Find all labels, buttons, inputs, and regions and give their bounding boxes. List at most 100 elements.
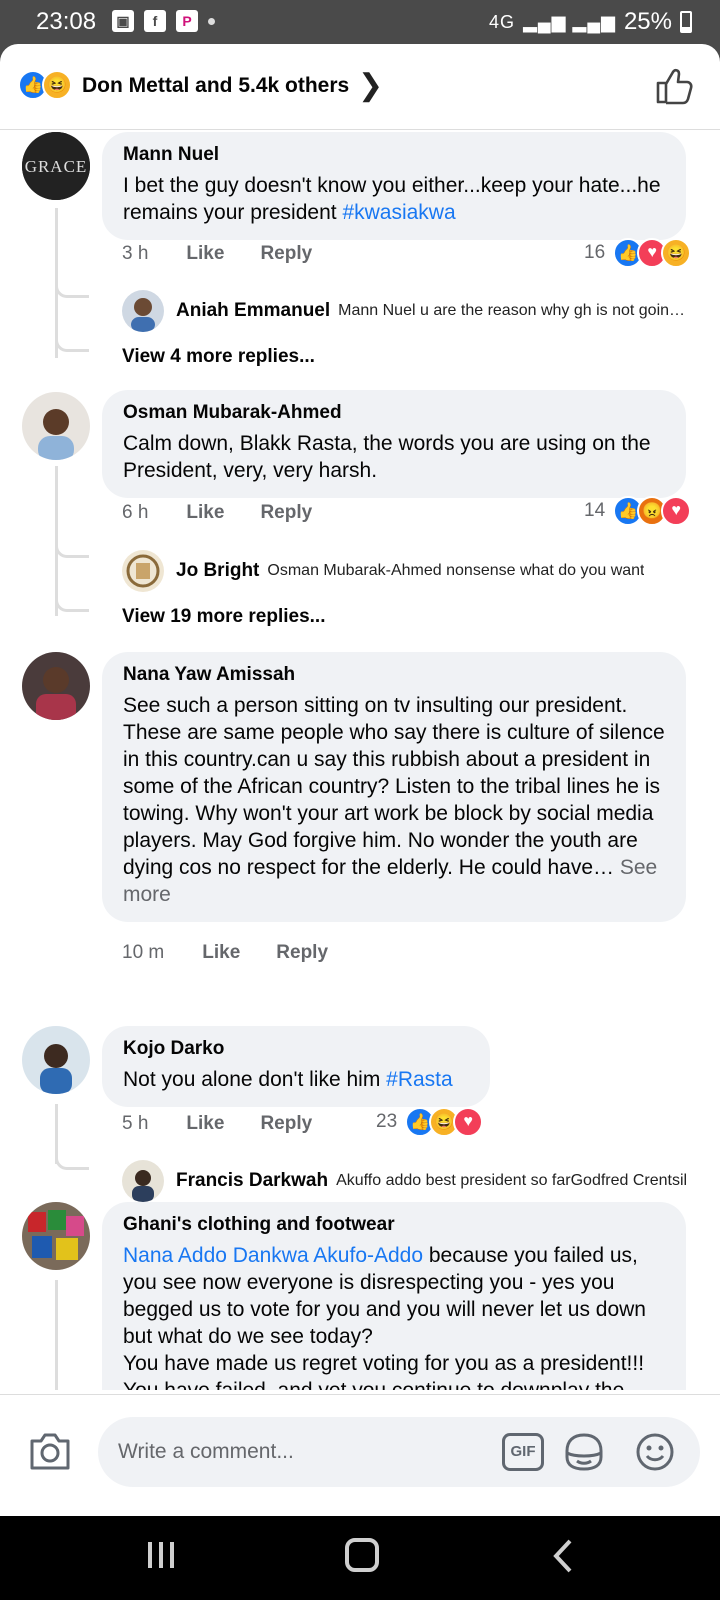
comment-bubble[interactable]: Kojo Darko Not you alone don't like him … — [102, 1026, 490, 1107]
reply-text: Mann Nuel u are the reason why gh is not… — [338, 302, 692, 319]
gallery-icon: ▣ — [112, 10, 134, 32]
view-more-replies[interactable]: View 4 more replies... — [122, 346, 315, 368]
comment-body: See such a person sitting on tv insultin… — [123, 694, 671, 879]
reply-author[interactable]: Jo Bright — [176, 560, 259, 582]
svg-text:GRACE: GRACE — [25, 157, 88, 176]
camera-icon[interactable] — [28, 1431, 72, 1471]
reply-button[interactable]: Reply — [260, 243, 312, 265]
chevron-right-icon[interactable]: ❯ — [358, 68, 383, 103]
header-reactions: 👍 😆 — [18, 70, 72, 100]
thread-line — [55, 1280, 58, 1390]
avatar[interactable] — [22, 652, 90, 720]
comment-input-pill[interactable]: GIF — [98, 1417, 700, 1487]
comment-text: Not you alone don't like him #Rasta — [123, 1066, 470, 1093]
comment-input[interactable] — [118, 1435, 478, 1469]
avatar[interactable] — [22, 1026, 90, 1094]
love-reaction-icon: ♥ — [661, 496, 692, 526]
avatar[interactable]: GRACE — [22, 132, 90, 200]
thread-line — [55, 1104, 58, 1164]
recent-apps-icon[interactable] — [146, 1540, 176, 1570]
reply-button[interactable]: Reply — [260, 1113, 312, 1135]
reply-text: Osman Mubarak-Ahmed nonsense what do you… — [267, 562, 645, 579]
avatar[interactable] — [122, 1160, 164, 1202]
reply-connector — [55, 284, 89, 298]
comment-author[interactable]: Nana Yaw Amissah — [123, 664, 666, 686]
facebook-icon: f — [144, 10, 166, 32]
comment-composer: GIF — [0, 1394, 720, 1516]
network-type: 4G — [489, 11, 516, 32]
comment-actions: 5 h Like Reply — [122, 1113, 348, 1135]
reply-preview[interactable]: Jo Bright Osman Mubarak-Ahmed nonsense w… — [122, 550, 692, 592]
battery-percent: 25% — [623, 8, 672, 35]
reply-preview[interactable]: Francis Darkwah Akuffo addo best preside… — [122, 1160, 692, 1202]
sticker-icon[interactable] — [563, 1431, 605, 1473]
thread-line — [55, 208, 58, 358]
more-notifications-dot — [208, 17, 215, 25]
avatar[interactable] — [122, 290, 164, 332]
comments-list: GRACE Mann Nuel I bet the guy doesn't kn… — [0, 130, 720, 1390]
mention-link[interactable]: Nana Addo Dankwa Akufo-Addo — [123, 1244, 423, 1267]
avatar[interactable] — [22, 1202, 90, 1270]
comment-actions: 10 m Like Reply — [122, 942, 364, 964]
like-button[interactable]: Like — [186, 502, 224, 524]
thread-line — [55, 466, 58, 616]
avatar-image — [122, 1160, 164, 1202]
comments-sheet: 👍 😆 Don Mettal and 5.4k others ❯ GRACE M… — [0, 44, 720, 1516]
comment-text: Nana Addo Dankwa Akufo-Addo because you … — [123, 1242, 666, 1390]
reply-connector — [55, 1156, 89, 1170]
more-connector — [55, 338, 89, 352]
reply-button[interactable]: Reply — [276, 942, 328, 964]
avatar-image — [122, 290, 164, 332]
hashtag-link[interactable]: #Rasta — [386, 1068, 453, 1091]
comment-bubble[interactable]: Nana Yaw Amissah See such a person sitti… — [102, 652, 686, 922]
comment-bubble[interactable]: Mann Nuel I bet the guy doesn't know you… — [102, 132, 686, 240]
reply-author[interactable]: Francis Darkwah — [176, 1170, 328, 1192]
comment-reactions[interactable]: 14 👍 😠 ♥ — [584, 496, 692, 526]
comment-actions: 6 h Like Reply — [122, 502, 348, 524]
home-button-icon[interactable] — [345, 1538, 379, 1572]
status-bar: 23:08 ▣ f P 4G ▂▄▆ ▂▄▆ 25% — [0, 0, 720, 46]
haha-reaction-icon: 😆 — [42, 70, 72, 100]
reply-connector — [55, 544, 89, 558]
emoji-icon[interactable] — [634, 1431, 676, 1473]
reply-button[interactable]: Reply — [260, 502, 312, 524]
comment-text: I bet the guy doesn't know you either...… — [123, 172, 666, 226]
comment-reactions[interactable]: 23 👍 😆 ♥ — [376, 1107, 484, 1137]
like-button[interactable]: Like — [202, 942, 240, 964]
comment-time: 6 h — [122, 502, 149, 523]
more-connector — [55, 598, 89, 612]
comment-author[interactable]: Kojo Darko — [123, 1038, 470, 1060]
reactions-summary[interactable]: Don Mettal and 5.4k others — [82, 74, 349, 98]
avatar-image — [22, 1202, 90, 1270]
comment-text: See such a person sitting on tv insultin… — [123, 692, 666, 908]
reactions-header[interactable]: 👍 😆 Don Mettal and 5.4k others ❯ — [0, 44, 720, 130]
comment-bubble[interactable]: Ghani's clothing and footwear Nana Addo … — [102, 1202, 686, 1390]
avatar-image — [22, 652, 90, 720]
like-button[interactable]: Like — [186, 243, 224, 265]
comment-time: 10 m — [122, 942, 165, 963]
comment-actions: 3 h Like Reply — [122, 243, 348, 265]
view-more-replies[interactable]: View 19 more replies... — [122, 606, 325, 628]
comment-reactions[interactable]: 16 👍 ♥ 😆 — [584, 238, 692, 268]
gif-button[interactable]: GIF — [502, 1433, 544, 1471]
back-icon[interactable] — [548, 1538, 578, 1574]
comment-text: Calm down, Blakk Rasta, the words you ar… — [123, 432, 657, 482]
reply-preview[interactable]: Aniah Emmanuel Mann Nuel u are the reaso… — [122, 290, 692, 332]
reply-author[interactable]: Aniah Emmanuel — [176, 300, 330, 322]
comment-time: 5 h — [122, 1113, 149, 1134]
signal-icon: ▂▄▆ ▂▄▆ — [523, 11, 616, 32]
haha-reaction-icon: 😆 — [661, 238, 692, 268]
comment-author[interactable]: Osman Mubarak-Ahmed — [123, 402, 666, 424]
avatar[interactable] — [22, 392, 90, 460]
like-button[interactable]: Like — [186, 1113, 224, 1135]
reply-text: Akuffo addo best president so farGodfred… — [336, 1172, 688, 1189]
notification-icons: ▣ f P — [112, 10, 215, 32]
comment-author[interactable]: Mann Nuel — [123, 144, 666, 166]
comment-author[interactable]: Ghani's clothing and footwear — [123, 1214, 666, 1236]
status-right: 4G ▂▄▆ ▂▄▆ 25% — [489, 8, 692, 36]
avatar-image — [22, 392, 90, 460]
avatar[interactable] — [122, 550, 164, 592]
comment-bubble[interactable]: Osman Mubarak-Ahmed Calm down, Blakk Ras… — [102, 390, 686, 498]
hashtag-link[interactable]: #kwasiakwa — [342, 201, 455, 224]
like-outline-icon[interactable] — [654, 66, 694, 106]
